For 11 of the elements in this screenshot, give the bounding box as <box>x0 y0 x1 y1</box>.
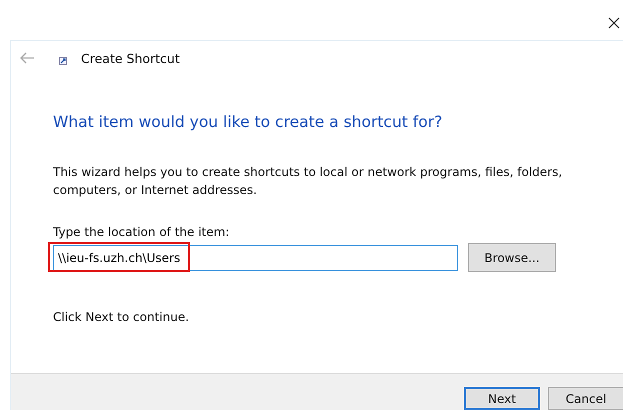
close-icon[interactable] <box>607 16 621 30</box>
cancel-button[interactable]: Cancel <box>548 387 623 410</box>
wizard-heading: What item would you like to create a shortcut for? <box>53 113 442 131</box>
location-label: Type the location of the item: <box>53 225 230 239</box>
description-text: This wizard helps you to create shortcuts to local or network programs, files, folders, computers, or Internet addresses. <box>53 164 564 199</box>
next-button[interactable]: Next <box>464 387 540 410</box>
shortcut-icon <box>59 57 67 65</box>
window-title: Create Shortcut <box>81 50 180 66</box>
browse-button[interactable]: Browse... <box>468 243 556 272</box>
continue-hint: Click Next to continue. <box>53 310 190 324</box>
location-field[interactable]: \\ieu-fs.uzh.ch\Users <box>53 244 458 270</box>
